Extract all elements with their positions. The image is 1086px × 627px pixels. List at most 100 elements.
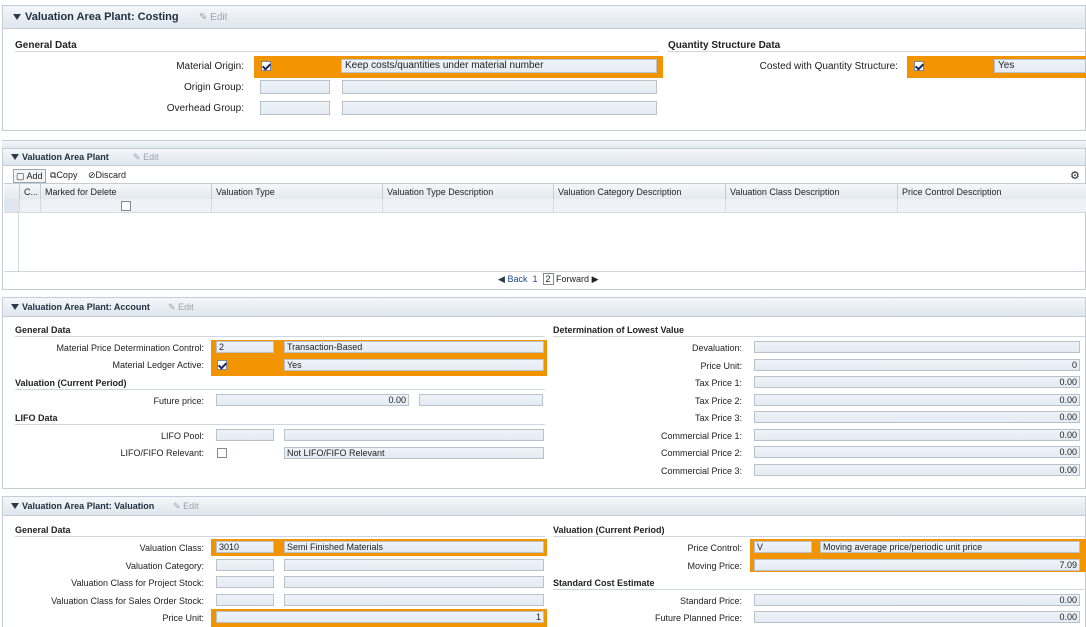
collapse-triangle-icon[interactable] [11,304,19,310]
panel-title: Valuation Area Plant [22,152,109,162]
future-price-label: Future price: [153,396,204,406]
material-origin-checkbox[interactable] [261,61,271,71]
table-cell[interactable] [898,199,1086,213]
valuation-header[interactable]: Valuation Area Plant: Valuation ✎ Edit [3,497,1085,516]
column-header[interactable] [4,184,20,200]
marked-for-delete-checkbox[interactable] [121,201,131,211]
mla-text: Yes [284,359,544,371]
overhead-group-desc [342,101,657,115]
back-arrow-icon[interactable]: ◀ [498,274,505,284]
discard-label: Discard [95,170,127,180]
valuation-category-input[interactable] [216,559,274,571]
divider [15,536,545,537]
discard-button[interactable]: ⊘Discard [88,170,126,181]
price-unit-input[interactable]: 0 [754,359,1080,371]
vc-sales-order-input[interactable] [216,594,274,606]
tax-price-1-input[interactable]: 0.00 [754,376,1080,388]
discard-icon: ⊘ [88,170,96,180]
collapse-triangle-icon[interactable] [11,503,19,509]
valuation-category-desc [284,559,544,571]
column-header[interactable]: Marked for Delete [41,184,212,200]
column-header[interactable]: Valuation Type Description [383,184,554,200]
collapse-triangle-icon[interactable] [13,14,21,20]
divider [553,536,1086,537]
panel-title: Valuation Area Plant: Costing [25,11,179,23]
standard-price-label: Standard Price: [679,596,742,606]
price-unit-input[interactable]: 1 [216,611,544,623]
tax-price-3-input[interactable]: 0.00 [754,411,1080,423]
edit-label: Edit [143,152,159,162]
personalize-icon[interactable]: ⚙ [1070,169,1080,182]
mpdc-code-input[interactable]: 2 [216,341,274,353]
vap-header[interactable]: Valuation Area Plant ✎ Edit [3,149,1085,166]
standard-price-input[interactable]: 0.00 [754,594,1080,606]
devaluation-input[interactable] [754,341,1080,353]
table-cell[interactable] [20,199,41,213]
mpdc-text: Transaction-Based [284,341,544,353]
commercial-price-3-label: Commercial Price 3: [660,466,742,476]
copy-label: Copy [56,170,78,180]
moving-price-label: Moving Price: [687,561,742,571]
forward-link[interactable]: Forward [556,274,589,284]
page-2-current[interactable]: 2 [542,273,554,285]
moving-price-input[interactable]: 7.09 [754,559,1080,571]
commercial-price-2-input[interactable]: 0.00 [754,446,1080,458]
divider [15,389,545,390]
vc-project-stock-desc [284,576,544,588]
vc-project-stock-label: Valuation Class for Project Stock: [71,578,204,588]
account-header[interactable]: Valuation Area Plant: Account ✎ Edit [3,298,1085,317]
mla-checkbox[interactable] [217,360,227,370]
page-1-link[interactable]: 1 [532,274,537,284]
table-row[interactable] [4,199,1086,213]
tax-price-3-label: Tax Price 3: [694,413,742,423]
column-header[interactable]: Valuation Category Description [554,184,726,200]
copy-button[interactable]: ⧉Copy [50,170,77,181]
edit-button[interactable]: ✎ Edit [133,152,159,163]
row-selector[interactable] [4,199,20,213]
collapse-triangle-icon[interactable] [11,154,19,160]
devaluation-label: Devaluation: [691,343,742,353]
table-cell[interactable] [212,199,383,213]
future-price-input[interactable]: 0.00 [216,394,409,406]
origin-group-desc [342,80,657,94]
column-header[interactable]: C... [20,184,41,200]
column-header[interactable]: Valuation Class Description [726,184,898,200]
account-panel: Valuation Area Plant: Account ✎ Edit [2,297,1086,489]
edit-button[interactable]: ✎ Edit [168,302,194,313]
edit-button[interactable]: ✎ Edit [173,501,199,512]
valuation-class-input[interactable]: 3010 [216,541,274,553]
costed-qs-checkbox[interactable] [914,61,924,71]
lifo-relevant-checkbox[interactable] [217,448,227,458]
lifo-pool-input[interactable] [216,429,274,441]
edit-label: Edit [210,12,228,23]
edit-button[interactable]: ✎ Edit [199,12,227,23]
section-valuation-current: Valuation (Current Period) [15,378,127,388]
section-general-data: General Data [15,40,77,51]
back-link[interactable]: Back [507,274,527,284]
origin-group-label: Origin Group: [183,82,244,93]
future-price-currency [419,394,543,406]
add-button[interactable]: ▢ Add [13,169,46,183]
price-control-input[interactable]: V [754,541,812,553]
commercial-price-1-input[interactable]: 0.00 [754,429,1080,441]
commercial-price-3-input[interactable]: 0.00 [754,464,1080,476]
pencil-icon: ✎ [168,302,176,312]
column-header[interactable]: Price Control Description [898,184,1086,200]
column-header[interactable]: Valuation Type [212,184,383,200]
table-cell[interactable] [554,199,726,213]
valuation-category-label: Valuation Category: [125,561,204,571]
section-quantity-structure: Quantity Structure Data [668,40,781,51]
origin-group-input[interactable] [260,80,330,94]
price-control-text: Moving average price/periodic unit price [820,541,1080,553]
future-planned-price-input[interactable]: 0.00 [754,611,1080,623]
forward-arrow-icon[interactable]: ▶ [592,274,599,284]
lifo-pool-label: LIFO Pool: [160,431,204,441]
table-cell[interactable] [726,199,898,213]
overhead-group-input[interactable] [260,101,330,115]
tax-price-2-input[interactable]: 0.00 [754,394,1080,406]
table-cell[interactable] [383,199,554,213]
vc-project-stock-input[interactable] [216,576,274,588]
vap-panel: Valuation Area Plant ✎ Edit [2,148,1086,290]
costing-header[interactable]: Valuation Area Plant: Costing ✎ Edit [3,6,1085,29]
costed-qs-label: Costed with Quantity Structure: [759,61,898,72]
